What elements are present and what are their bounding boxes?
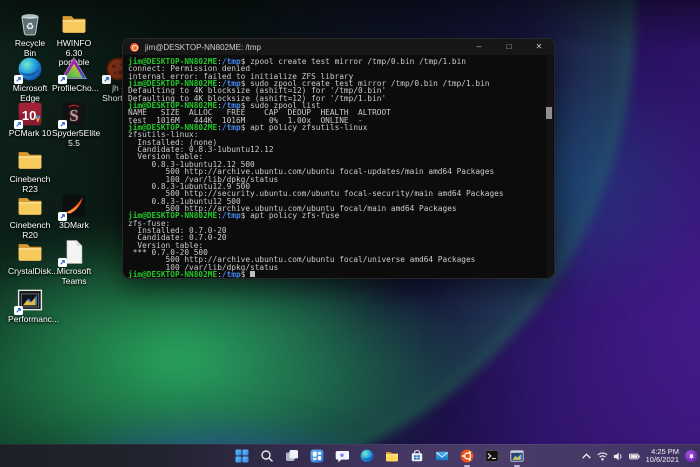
desktop-icon-cinebench-r23[interactable]: Cinebench R23 (8, 146, 52, 194)
terminal-line: jim@DESKTOP-NN802ME:/tmp$ apt policy zfs… (128, 212, 544, 219)
store-icon (410, 449, 424, 463)
edge-button[interactable] (354, 445, 379, 467)
taskbar: 4:25 PM 10/6/2021 (0, 444, 700, 467)
taskbar-center-icons (229, 445, 529, 467)
mail-button[interactable] (429, 445, 454, 467)
task-view-button[interactable] (279, 445, 304, 467)
active-app-indicator (514, 465, 520, 467)
clock-date: 10/6/2021 (646, 456, 679, 465)
volume-button[interactable] (612, 450, 625, 463)
hidden-icons-button[interactable] (580, 450, 593, 463)
desktop-icon-label: PCMark 10 (8, 129, 52, 139)
taskbar-clock[interactable]: 4:25 PM 10/6/2021 (644, 448, 681, 465)
desktop-icon-cinebench-r20[interactable]: Cinebench R20 (8, 192, 52, 240)
desktop-icon-performance[interactable]: Performanc... (8, 286, 52, 325)
shortcut-arrow-icon (58, 258, 67, 267)
shortcut-arrow-icon (58, 120, 67, 129)
desktop-icon-recycle-bin[interactable]: ♻Recycle Bin (8, 10, 52, 58)
desktop-icon-microsoft-edge[interactable]: Microsoft Edge (8, 55, 52, 103)
widgets-button[interactable] (304, 445, 329, 467)
search-icon (260, 449, 274, 463)
svg-text:♻: ♻ (26, 21, 35, 32)
desktop-icon-spyder5elite[interactable]: S Spyder5Elite 5.5 (52, 100, 96, 148)
terminal-line: jim@DESKTOP-NN802ME:/tmp$ (128, 271, 544, 278)
terminal-output: jim@DESKTOP-NN802ME:/tmp$ zpool create t… (128, 58, 544, 278)
shortcut-arrow-icon (58, 75, 67, 84)
desktop-icon-label: Spyder5Elite 5.5 (52, 129, 96, 148)
shortcut-arrow-icon (14, 120, 23, 129)
edge-small-icon (360, 449, 374, 463)
desktop-icon-label: Performanc... (8, 315, 52, 325)
ubuntu-icon (460, 449, 474, 463)
chat-icon (335, 449, 349, 463)
mail-icon (435, 449, 449, 463)
active-app-indicator (464, 465, 470, 467)
profile-chooser-icon (60, 55, 88, 83)
folder-icon (16, 192, 44, 220)
svg-text:10: 10 (22, 108, 37, 123)
spyder-icon: S (60, 100, 88, 128)
terminal-cursor (250, 271, 255, 277)
desktop-icon-3dmark[interactable]: 3DMark (52, 192, 96, 231)
performance-monitor-icon (16, 286, 44, 314)
folder-icon (16, 238, 44, 266)
file-explorer-icon (385, 449, 399, 463)
terminal-icon (485, 449, 499, 463)
system-tray: 4:25 PM 10/6/2021 (580, 445, 697, 467)
desktop-icon-microsoft-teams[interactable]: Microsoft Teams (52, 238, 96, 286)
ubuntu-wsl-button[interactable] (454, 445, 479, 467)
terminal-titlebar[interactable]: jim@DESKTOP-NN802ME: /tmp – □ ✕ (123, 39, 554, 55)
search-button[interactable] (254, 445, 279, 467)
terminal-body[interactable]: jim@DESKTOP-NN802ME:/tmp$ zpool create t… (123, 55, 554, 279)
close-button[interactable]: ✕ (524, 39, 554, 55)
performance-app-button[interactable] (504, 445, 529, 467)
task-view-icon (285, 449, 299, 463)
desktop-icon-label: Microsoft Teams (52, 267, 96, 286)
pcmark-icon: 10 (16, 100, 44, 128)
recycle-bin-icon: ♻ (16, 10, 44, 38)
scrollbar-thumb[interactable] (546, 107, 552, 119)
edge-icon (16, 55, 44, 83)
folder-icon (60, 10, 88, 38)
store-button[interactable] (404, 445, 429, 467)
shortcut-arrow-icon (102, 75, 111, 84)
desktop-icon-pcmark-10[interactable]: 10 PCMark 10 (8, 100, 52, 139)
shortcut-arrow-icon (14, 75, 23, 84)
file-explorer-button[interactable] (379, 445, 404, 467)
desktop-icon-crystaldisk-folder[interactable]: CrystalDisk... (8, 238, 52, 277)
desktop-icon-label: CrystalDisk... (8, 267, 52, 277)
terminal-scrollbar[interactable] (547, 55, 553, 279)
svg-text:S: S (69, 106, 78, 125)
shortcut-arrow-icon (58, 212, 67, 221)
battery-button[interactable] (628, 450, 641, 463)
windows-start-icon (235, 449, 249, 463)
3dmark-icon (60, 192, 88, 220)
start-button[interactable] (229, 445, 254, 467)
folder-icon (16, 146, 44, 174)
ubuntu-app-icon (130, 43, 139, 52)
desktop-icon-profilechooser[interactable]: ProfileCho... (52, 55, 96, 94)
notification-bell-badge[interactable] (685, 450, 697, 462)
maximize-button[interactable]: □ (494, 39, 524, 55)
document-icon (60, 238, 88, 266)
monitor-app-icon (510, 449, 524, 463)
terminal-window-title: jim@DESKTOP-NN802ME: /tmp (145, 43, 464, 52)
terminal-window: jim@DESKTOP-NN802ME: /tmp – □ ✕ jim@DESK… (122, 38, 555, 279)
chat-button[interactable] (329, 445, 354, 467)
desktop[interactable]: ♻Recycle BinHWINFO 6.30 portableMicrosof… (0, 0, 700, 467)
shortcut-arrow-icon (14, 306, 23, 315)
widgets-icon (310, 449, 324, 463)
terminal-button[interactable] (479, 445, 504, 467)
desktop-icon-label: ProfileCho... (52, 84, 96, 94)
minimize-button[interactable]: – (464, 39, 494, 55)
desktop-icon-label: 3DMark (52, 221, 96, 231)
network-button[interactable] (596, 450, 609, 463)
